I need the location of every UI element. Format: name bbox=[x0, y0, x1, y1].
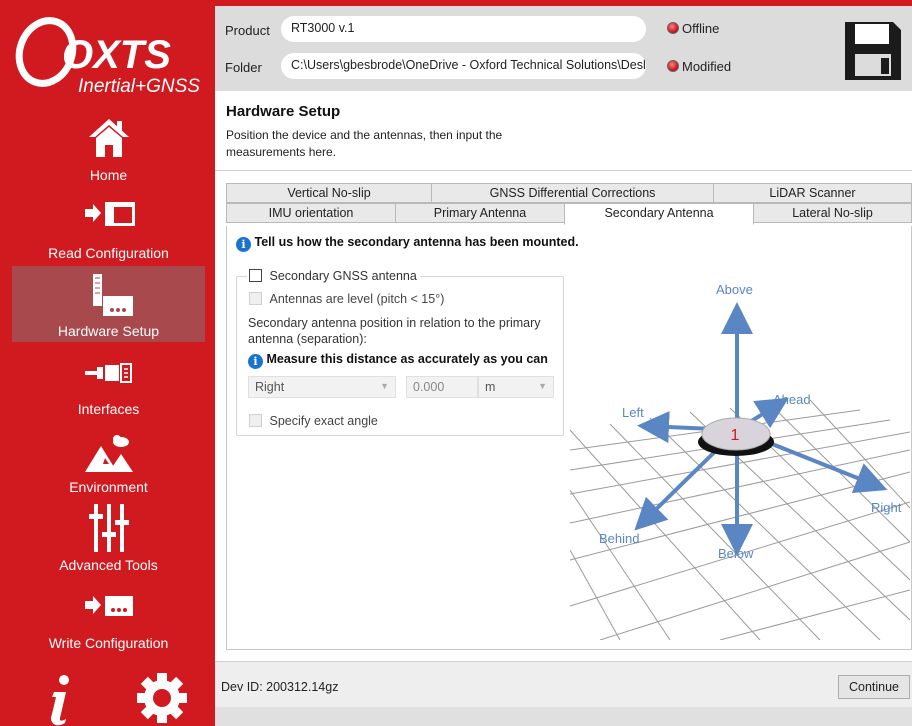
tab-vertical-no-slip[interactable]: Vertical No-slip bbox=[226, 183, 432, 203]
direction-value: Right bbox=[255, 380, 285, 394]
distance-input[interactable]: 0.000 bbox=[406, 376, 478, 398]
offline-status: Offline bbox=[667, 21, 719, 36]
tab-lidar-scanner[interactable]: LiDAR Scanner bbox=[713, 183, 912, 203]
label-left: Left bbox=[622, 405, 644, 420]
secondary-gnss-label: Secondary GNSS antenna bbox=[269, 269, 417, 283]
page-description: Position the device and the antennas, th… bbox=[226, 128, 503, 159]
antenna-marker: 1 bbox=[731, 427, 740, 444]
tab-secondary-antenna[interactable]: Secondary Antenna bbox=[564, 203, 754, 225]
sidebar-item-label: Environment bbox=[69, 479, 148, 495]
sidebar-item-label: Advanced Tools bbox=[59, 557, 158, 573]
gear-icon[interactable] bbox=[136, 672, 188, 724]
divider bbox=[215, 170, 912, 171]
sidebar-item-read-configuration[interactable]: Read Configuration bbox=[12, 186, 205, 262]
sidebar-item-label: Interfaces bbox=[77, 401, 140, 417]
unit-value: m bbox=[485, 380, 496, 394]
floppy-disk-icon[interactable] bbox=[843, 20, 903, 82]
antennas-level-label: Antennas are level (pitch < 15°) bbox=[269, 292, 445, 306]
label-ahead: Ahead bbox=[773, 392, 811, 407]
chevron-down-icon: ▼ bbox=[538, 381, 547, 391]
logo-name: OXTS bbox=[62, 33, 171, 77]
page-title: Hardware Setup bbox=[226, 103, 341, 120]
folder-field[interactable]: C:\Users\gbesbrode\OneDrive - Oxford Tec… bbox=[281, 53, 646, 79]
home-icon bbox=[88, 119, 129, 157]
footer: Dev ID: 200312.14gz Continue bbox=[215, 661, 912, 726]
status-led-icon bbox=[667, 22, 679, 34]
product-field[interactable]: RT3000 v.1 bbox=[281, 16, 646, 42]
environment-icon bbox=[84, 435, 133, 472]
product-label: Product bbox=[225, 23, 270, 38]
antenna-axes-diagram: 1 Above Ahead Left Right Behind Below bbox=[570, 282, 910, 640]
sliders-icon bbox=[88, 504, 129, 552]
sidebar: OXTS Inertial+GNSS Home Read Configurati… bbox=[0, 0, 215, 726]
sidebar-item-home[interactable]: Home bbox=[12, 107, 205, 183]
label-above: Above bbox=[716, 282, 753, 297]
instruction-text: Tell us how the secondary antenna has be… bbox=[254, 235, 579, 249]
modified-label: Modified bbox=[682, 59, 732, 74]
sidebar-item-advanced-tools[interactable]: Advanced Tools bbox=[12, 500, 205, 576]
info-icon[interactable] bbox=[40, 672, 80, 726]
interfaces-icon bbox=[84, 363, 132, 383]
sidebar-item-label: Read Configuration bbox=[48, 245, 169, 261]
exact-angle-label: Specify exact angle bbox=[269, 414, 378, 428]
antennas-level-checkbox[interactable] bbox=[249, 292, 262, 305]
logo-tagline: Inertial+GNSS bbox=[78, 76, 200, 97]
info-icon: i bbox=[236, 237, 251, 252]
label-behind: Behind bbox=[599, 531, 639, 546]
direction-select[interactable]: Right ▼ bbox=[248, 376, 396, 398]
exact-angle-checkbox[interactable] bbox=[249, 414, 262, 427]
offline-label: Offline bbox=[682, 21, 720, 36]
tab-gnss-differential-corrections[interactable]: GNSS Differential Corrections bbox=[431, 183, 714, 203]
sidebar-item-label: Hardware Setup bbox=[57, 323, 160, 339]
secondary-gnss-checkbox-row[interactable]: Secondary GNSS antenna bbox=[247, 269, 420, 283]
tab-primary-antenna[interactable]: Primary Antenna bbox=[395, 203, 565, 223]
oxts-logo: OXTS Inertial+GNSS bbox=[15, 17, 200, 97]
measure-note: i Measure this distance as accurately as… bbox=[248, 352, 548, 369]
label-below: Below bbox=[718, 546, 754, 561]
status-led-icon bbox=[667, 60, 679, 72]
antennas-level-row[interactable]: Antennas are level (pitch < 15°) bbox=[249, 292, 444, 306]
sidebar-item-environment[interactable]: Environment bbox=[12, 424, 205, 500]
exact-angle-row[interactable]: Specify exact angle bbox=[249, 414, 378, 428]
modified-status: Modified bbox=[667, 59, 731, 74]
sidebar-item-hardware-setup[interactable]: Hardware Setup bbox=[12, 266, 205, 342]
continue-button[interactable]: Continue bbox=[838, 675, 910, 699]
chevron-down-icon: ▼ bbox=[380, 381, 389, 391]
sidebar-item-label: Home bbox=[89, 167, 128, 183]
sidebar-item-write-configuration[interactable]: Write Configuration bbox=[12, 578, 205, 654]
header: Product RT3000 v.1 Folder C:\Users\gbesb… bbox=[215, 0, 912, 91]
hardware-setup-icon bbox=[92, 274, 133, 316]
label-right: Right bbox=[871, 500, 902, 515]
write-config-icon bbox=[84, 596, 133, 616]
info-icon: i bbox=[248, 354, 263, 369]
position-description: Secondary antenna position in relation t… bbox=[248, 316, 541, 346]
sidebar-item-label: Write Configuration bbox=[48, 635, 169, 651]
measure-note-text: Measure this distance as accurately as y… bbox=[266, 352, 548, 366]
unit-select[interactable]: m ▼ bbox=[478, 376, 554, 398]
sidebar-item-interfaces[interactable]: Interfaces bbox=[12, 344, 205, 420]
secondary-gnss-checkbox[interactable] bbox=[249, 269, 262, 282]
device-id: Dev ID: 200312.14gz bbox=[221, 680, 339, 694]
read-config-icon bbox=[84, 202, 135, 226]
tab-lateral-no-slip[interactable]: Lateral No-slip bbox=[753, 203, 912, 223]
folder-label: Folder bbox=[225, 60, 262, 75]
status-strip bbox=[215, 707, 912, 726]
instruction-heading: i Tell us how the secondary antenna has … bbox=[236, 235, 579, 252]
tab-imu-orientation[interactable]: IMU orientation bbox=[226, 203, 396, 223]
